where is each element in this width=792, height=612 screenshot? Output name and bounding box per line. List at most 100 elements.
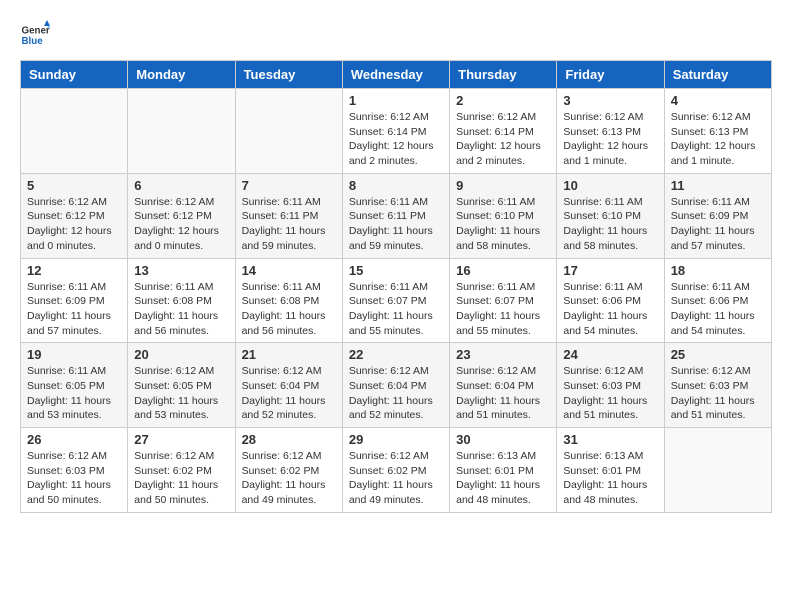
calendar-cell — [128, 89, 235, 174]
day-info: Sunrise: 6:12 AMSunset: 6:04 PMDaylight:… — [456, 364, 550, 423]
day-info: Sunrise: 6:11 AMSunset: 6:06 PMDaylight:… — [563, 280, 657, 339]
calendar-week-1: 1 Sunrise: 6:12 AMSunset: 6:14 PMDaylight… — [21, 89, 772, 174]
calendar-cell: 10 Sunrise: 6:11 AMSunset: 6:10 PMDayligh… — [557, 173, 664, 258]
calendar-cell: 8 Sunrise: 6:11 AMSunset: 6:11 PMDaylight… — [342, 173, 449, 258]
calendar-cell: 25 Sunrise: 6:12 AMSunset: 6:03 PMDayligh… — [664, 343, 771, 428]
day-info: Sunrise: 6:11 AMSunset: 6:09 PMDaylight:… — [671, 195, 765, 254]
day-info: Sunrise: 6:12 AMSunset: 6:14 PMDaylight:… — [349, 110, 443, 169]
calendar-cell: 5 Sunrise: 6:12 AMSunset: 6:12 PMDaylight… — [21, 173, 128, 258]
svg-text:Blue: Blue — [22, 36, 44, 47]
calendar-cell: 6Sunrise: 6:12 AMSunset: 6:12 PMDaylight… — [128, 173, 235, 258]
page-header: General Blue — [20, 20, 772, 50]
day-number: 28 — [242, 432, 336, 447]
day-number: 8 — [349, 178, 443, 193]
calendar-cell: 26 Sunrise: 6:12 AMSunset: 6:03 PMDayligh… — [21, 428, 128, 513]
day-number: 22 — [349, 347, 443, 362]
day-number: 20 — [134, 347, 228, 362]
calendar-cell: 29 Sunrise: 6:12 AMSunset: 6:02 PMDayligh… — [342, 428, 449, 513]
calendar-cell — [664, 428, 771, 513]
weekday-header-monday: Monday — [128, 61, 235, 89]
calendar-cell: 14 Sunrise: 6:11 AMSunset: 6:08 PMDayligh… — [235, 258, 342, 343]
calendar-week-2: 5 Sunrise: 6:12 AMSunset: 6:12 PMDaylight… — [21, 173, 772, 258]
day-info: Sunrise: 6:12 AMSunset: 6:13 PMDaylight:… — [563, 110, 657, 169]
day-info: Sunrise: 6:12 AMSunset: 6:03 PMDaylight:… — [563, 364, 657, 423]
weekday-header-tuesday: Tuesday — [235, 61, 342, 89]
day-info: Sunrise: 6:11 AMSunset: 6:05 PMDaylight:… — [27, 364, 121, 423]
day-number: 15 — [349, 263, 443, 278]
day-number: 23 — [456, 347, 550, 362]
calendar-cell: 24 Sunrise: 6:12 AMSunset: 6:03 PMDayligh… — [557, 343, 664, 428]
calendar-cell: 31 Sunrise: 6:13 AMSunset: 6:01 PMDayligh… — [557, 428, 664, 513]
weekday-header-thursday: Thursday — [450, 61, 557, 89]
day-info: Sunrise: 6:13 AMSunset: 6:01 PMDaylight:… — [563, 449, 657, 508]
day-number: 4 — [671, 93, 765, 108]
calendar-cell: 18Sunrise: 6:11 AMSunset: 6:06 PMDayligh… — [664, 258, 771, 343]
day-number: 12 — [27, 263, 121, 278]
logo: General Blue — [20, 20, 54, 50]
day-info: Sunrise: 6:12 AMSunset: 6:03 PMDaylight:… — [671, 364, 765, 423]
calendar-cell: 19 Sunrise: 6:11 AMSunset: 6:05 PMDayligh… — [21, 343, 128, 428]
day-info: Sunrise: 6:12 AMSunset: 6:04 PMDaylight:… — [242, 364, 336, 423]
day-info: Sunrise: 6:11 AMSunset: 6:10 PMDaylight:… — [563, 195, 657, 254]
day-number: 6 — [134, 178, 228, 193]
calendar-cell: 9Sunrise: 6:11 AMSunset: 6:10 PMDaylight… — [450, 173, 557, 258]
calendar-cell: 30Sunrise: 6:13 AMSunset: 6:01 PMDayligh… — [450, 428, 557, 513]
calendar-cell — [235, 89, 342, 174]
calendar-cell: 20Sunrise: 6:12 AMSunset: 6:05 PMDayligh… — [128, 343, 235, 428]
calendar-cell: 1 Sunrise: 6:12 AMSunset: 6:14 PMDaylight… — [342, 89, 449, 174]
calendar-week-4: 19 Sunrise: 6:11 AMSunset: 6:05 PMDayligh… — [21, 343, 772, 428]
day-number: 24 — [563, 347, 657, 362]
calendar-cell: 22 Sunrise: 6:12 AMSunset: 6:04 PMDayligh… — [342, 343, 449, 428]
day-number: 29 — [349, 432, 443, 447]
day-number: 17 — [563, 263, 657, 278]
day-number: 26 — [27, 432, 121, 447]
day-info: Sunrise: 6:12 AMSunset: 6:13 PMDaylight:… — [671, 110, 765, 169]
calendar-cell: 23 Sunrise: 6:12 AMSunset: 6:04 PMDayligh… — [450, 343, 557, 428]
day-info: Sunrise: 6:12 AMSunset: 6:02 PMDaylight:… — [349, 449, 443, 508]
calendar-cell: 27Sunrise: 6:12 AMSunset: 6:02 PMDayligh… — [128, 428, 235, 513]
calendar-cell: 17 Sunrise: 6:11 AMSunset: 6:06 PMDayligh… — [557, 258, 664, 343]
day-number: 10 — [563, 178, 657, 193]
day-number: 21 — [242, 347, 336, 362]
day-info: Sunrise: 6:11 AMSunset: 6:06 PMDaylight:… — [671, 280, 765, 339]
calendar-cell: 11Sunrise: 6:11 AMSunset: 6:09 PMDayligh… — [664, 173, 771, 258]
day-info: Sunrise: 6:11 AMSunset: 6:08 PMDaylight:… — [134, 280, 228, 339]
day-info: Sunrise: 6:12 AMSunset: 6:02 PMDaylight:… — [242, 449, 336, 508]
day-info: Sunrise: 6:12 AMSunset: 6:12 PMDaylight:… — [27, 195, 121, 254]
svg-text:General: General — [22, 26, 51, 37]
day-number: 5 — [27, 178, 121, 193]
calendar-cell: 13Sunrise: 6:11 AMSunset: 6:08 PMDayligh… — [128, 258, 235, 343]
calendar-cell: 12Sunrise: 6:11 AMSunset: 6:09 PMDayligh… — [21, 258, 128, 343]
calendar-cell: 3 Sunrise: 6:12 AMSunset: 6:13 PMDaylight… — [557, 89, 664, 174]
calendar-header-row: SundayMondayTuesdayWednesdayThursdayFrid… — [21, 61, 772, 89]
day-number: 9 — [456, 178, 550, 193]
day-number: 14 — [242, 263, 336, 278]
day-number: 25 — [671, 347, 765, 362]
calendar-cell: 21 Sunrise: 6:12 AMSunset: 6:04 PMDayligh… — [235, 343, 342, 428]
calendar-cell: 15 Sunrise: 6:11 AMSunset: 6:07 PMDayligh… — [342, 258, 449, 343]
day-number: 7 — [242, 178, 336, 193]
calendar-cell: 2Sunrise: 6:12 AMSunset: 6:14 PMDaylight… — [450, 89, 557, 174]
day-info: Sunrise: 6:11 AMSunset: 6:07 PMDaylight:… — [349, 280, 443, 339]
day-number: 1 — [349, 93, 443, 108]
day-info: Sunrise: 6:11 AMSunset: 6:11 PMDaylight:… — [242, 195, 336, 254]
day-info: Sunrise: 6:12 AMSunset: 6:03 PMDaylight:… — [27, 449, 121, 508]
day-number: 16 — [456, 263, 550, 278]
calendar-week-5: 26 Sunrise: 6:12 AMSunset: 6:03 PMDayligh… — [21, 428, 772, 513]
calendar-cell: 7 Sunrise: 6:11 AMSunset: 6:11 PMDaylight… — [235, 173, 342, 258]
day-number: 3 — [563, 93, 657, 108]
calendar-cell — [21, 89, 128, 174]
weekday-header-saturday: Saturday — [664, 61, 771, 89]
day-info: Sunrise: 6:11 AMSunset: 6:11 PMDaylight:… — [349, 195, 443, 254]
day-number: 31 — [563, 432, 657, 447]
calendar-table: SundayMondayTuesdayWednesdayThursdayFrid… — [20, 60, 772, 513]
calendar-cell: 4 Sunrise: 6:12 AMSunset: 6:13 PMDaylight… — [664, 89, 771, 174]
weekday-header-sunday: Sunday — [21, 61, 128, 89]
day-number: 19 — [27, 347, 121, 362]
day-info: Sunrise: 6:12 AMSunset: 6:04 PMDaylight:… — [349, 364, 443, 423]
calendar-cell: 28 Sunrise: 6:12 AMSunset: 6:02 PMDayligh… — [235, 428, 342, 513]
calendar-week-3: 12Sunrise: 6:11 AMSunset: 6:09 PMDayligh… — [21, 258, 772, 343]
day-info: Sunrise: 6:12 AMSunset: 6:02 PMDaylight:… — [134, 449, 228, 508]
day-info: Sunrise: 6:11 AMSunset: 6:08 PMDaylight:… — [242, 280, 336, 339]
day-number: 30 — [456, 432, 550, 447]
